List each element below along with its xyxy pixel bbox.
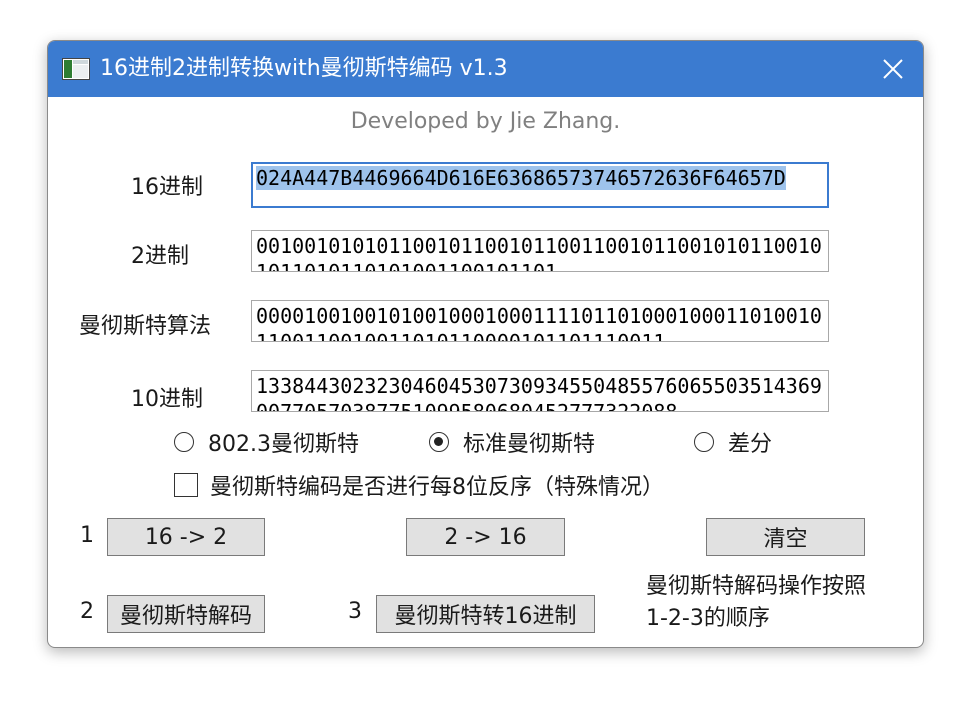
- clear-button[interactable]: 清空: [706, 518, 865, 556]
- reverse-bits-option[interactable]: 曼彻斯特编码是否进行每8位反序（特殊情况）: [174, 470, 664, 500]
- radio-differential-label: 差分: [728, 432, 773, 457]
- radio-differential[interactable]: 差分: [694, 428, 773, 457]
- title-bar[interactable]: 16进制2进制转换with曼彻斯特编码 v1.3: [48, 41, 923, 97]
- hex-to-binary-button[interactable]: 16 -> 2: [107, 518, 265, 556]
- instruction-text: 曼彻斯特解码操作按照 1-2-3的顺序: [646, 574, 867, 631]
- developer-credit: Developed by Jie Zhang.: [350, 109, 621, 134]
- main-window: 16进制2进制转换with曼彻斯特编码 v1.3 Developed by Ji…: [47, 40, 924, 648]
- app-window-icon: [62, 58, 90, 80]
- radio-8023-circle[interactable]: [174, 432, 194, 452]
- reverse-bits-checkbox[interactable]: [174, 473, 198, 497]
- binary-label: 2进制: [131, 244, 189, 269]
- window-title: 16进制2进制转换with曼彻斯特编码 v1.3: [100, 56, 508, 81]
- binary-to-hex-button[interactable]: 2 -> 16: [406, 518, 565, 556]
- step-3-number: 3: [348, 599, 362, 624]
- radio-differential-circle[interactable]: [694, 432, 714, 452]
- manchester-label: 曼彻斯特算法: [79, 314, 212, 339]
- hex-input[interactable]: 024A447B4469664D616E63686573746572636F64…: [251, 162, 829, 208]
- binary-input[interactable]: 0010010101011001011001011001100101100101…: [251, 230, 829, 272]
- radio-8023-label: 802.3曼彻斯特: [208, 432, 359, 457]
- radio-standard-manchester[interactable]: 标准曼彻斯特: [429, 428, 596, 457]
- manchester-to-hex-button[interactable]: 曼彻斯特转16进制: [376, 595, 595, 633]
- decimal-label: 10进制: [131, 387, 203, 412]
- manchester-input[interactable]: 0000100100101001000100011110110100010001…: [251, 300, 829, 342]
- step-1-number: 1: [80, 523, 94, 548]
- manchester-decode-button[interactable]: 曼彻斯特解码: [107, 595, 265, 633]
- hex-selected-overflow: 657D: [737, 166, 786, 190]
- step-2-number: 2: [80, 599, 94, 624]
- close-button[interactable]: [863, 41, 923, 97]
- radio-standard-label: 标准曼彻斯特: [463, 432, 596, 457]
- decimal-input[interactable]: 1338443023230460453073093455048557606550…: [251, 370, 829, 412]
- radio-standard-circle[interactable]: [429, 432, 449, 452]
- close-icon: [883, 59, 903, 79]
- hex-selected-text: 024A447B4469664D616E63686573746572636F64: [256, 166, 738, 190]
- reverse-bits-label: 曼彻斯特编码是否进行每8位反序（特殊情况）: [210, 475, 664, 500]
- hex-label: 16进制: [131, 175, 203, 200]
- radio-8023-manchester[interactable]: 802.3曼彻斯特: [174, 428, 359, 457]
